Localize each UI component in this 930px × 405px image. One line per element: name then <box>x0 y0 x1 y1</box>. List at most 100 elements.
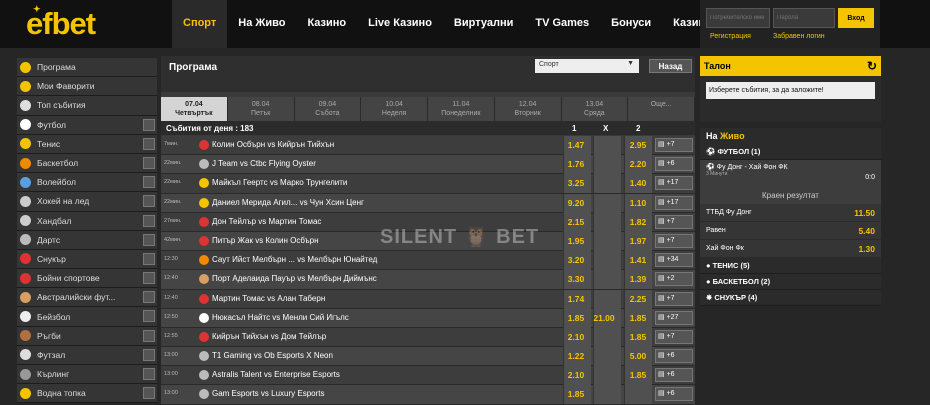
odd-x-cell[interactable] <box>593 289 621 309</box>
date-tab-2[interactable]: 09.04 Събота <box>294 97 362 121</box>
match-name[interactable]: Даниел Мерида Агил... vs Чун Хсин Ценг <box>212 198 364 207</box>
sidebar-item-13[interactable]: Бейзбол <box>17 307 157 327</box>
odd-1[interactable]: 2.10 <box>561 332 591 342</box>
more-markets-button[interactable]: ▤ +7 <box>655 329 693 344</box>
sidebar-item-5[interactable]: Баскетбол <box>17 153 157 174</box>
match-name[interactable]: Питър Жак vs Колин Осбърн <box>212 236 319 245</box>
odd-x-cell[interactable] <box>593 231 621 251</box>
odd-x-cell[interactable] <box>593 366 621 386</box>
more-markets-button[interactable]: ▤ +17 <box>655 195 693 210</box>
sidebar-item-1[interactable]: Мои Фаворити <box>17 77 157 97</box>
more-markets-button[interactable]: ▤ +27 <box>655 310 693 325</box>
odd-1[interactable]: 9.20 <box>561 198 591 208</box>
password-input[interactable] <box>773 8 835 28</box>
live-outcome[interactable]: ТТБД Фу Донг 11.50 <box>700 204 881 222</box>
odd-x-cell[interactable] <box>593 193 621 213</box>
nav-item-2[interactable]: Казино <box>296 0 357 48</box>
more-markets-button[interactable]: ▤ +7 <box>655 233 693 248</box>
nav-item-1[interactable]: На Живо <box>227 0 296 48</box>
stats-icon[interactable] <box>143 310 155 323</box>
sidebar-item-6[interactable]: Волейбол <box>17 173 157 193</box>
odd-1[interactable]: 1.85 <box>561 313 591 323</box>
odd-x-cell[interactable] <box>593 174 621 194</box>
odd-2[interactable]: 1.82 <box>623 217 653 227</box>
stats-icon[interactable] <box>143 214 155 227</box>
odd-x-cell[interactable] <box>593 155 621 175</box>
odd-2[interactable]: 1.97 <box>623 236 653 246</box>
odd-1[interactable]: 2.15 <box>561 217 591 227</box>
odd-2[interactable]: 1.40 <box>623 178 653 188</box>
date-tab-7[interactable]: Още... <box>628 97 695 121</box>
more-markets-button[interactable]: ▤ +6 <box>655 368 693 383</box>
match-name[interactable]: Gam Esports vs Luxury Esports <box>212 389 324 398</box>
date-tab-0[interactable]: 07.04 Четвъртък <box>161 97 228 121</box>
odd-2[interactable]: 1.10 <box>623 198 653 208</box>
sidebar-item-4[interactable]: Тенис <box>17 134 157 154</box>
nav-item-3[interactable]: Live Казино <box>357 0 443 48</box>
odd-2[interactable]: 2.20 <box>623 159 653 169</box>
odd-1[interactable]: 1.47 <box>561 140 591 150</box>
stats-icon[interactable] <box>143 195 155 208</box>
live-outcome-odd[interactable]: 11.50 <box>854 208 875 218</box>
match-name[interactable]: Порт Аделаида Пауър vs Мелбърн Диймънс <box>212 274 377 283</box>
sidebar-item-2[interactable]: Топ събития <box>17 96 157 116</box>
nav-item-0[interactable]: Спорт <box>172 0 228 48</box>
stats-icon[interactable] <box>143 348 155 361</box>
match-name[interactable]: Мартин Томас vs Алан Таберн <box>212 294 325 303</box>
register-link[interactable]: Регистрация <box>710 33 751 40</box>
odd-x[interactable]: 21.00 <box>589 313 619 323</box>
back-button[interactable]: Назад <box>649 59 692 73</box>
live-snooker-section[interactable]: ✸ СНУКЪР (4) <box>700 290 881 306</box>
match-name[interactable]: Astralis Talent vs Enterprise Esports <box>212 370 340 379</box>
odd-x-cell[interactable] <box>593 347 621 367</box>
odd-2[interactable]: 2.95 <box>623 140 653 150</box>
nav-item-5[interactable]: TV Games <box>524 0 600 48</box>
odd-1[interactable]: 1.22 <box>561 351 591 361</box>
refresh-icon[interactable]: ↻ <box>867 59 877 73</box>
odd-x-cell[interactable] <box>593 385 621 405</box>
stats-icon[interactable] <box>143 329 155 342</box>
username-input[interactable] <box>706 8 770 28</box>
sidebar-item-7[interactable]: Хокей на лед <box>17 192 157 212</box>
odd-2[interactable]: 5.00 <box>623 351 653 361</box>
odd-1[interactable]: 1.76 <box>561 159 591 169</box>
odd-2-cell[interactable] <box>624 385 652 405</box>
live-outcome[interactable]: Хай Фон Фк 1.30 <box>700 240 881 258</box>
odd-1[interactable]: 1.85 <box>561 389 591 399</box>
odd-x-cell[interactable] <box>593 270 621 290</box>
live-outcome[interactable]: Равен 5.40 <box>700 222 881 240</box>
odd-1[interactable]: 1.74 <box>561 294 591 304</box>
more-markets-button[interactable]: ▤ +6 <box>655 157 693 172</box>
odd-2[interactable]: 1.39 <box>623 274 653 284</box>
forgot-login-link[interactable]: Забравен логин <box>773 33 825 40</box>
date-tab-4[interactable]: 11.04 Понеделник <box>428 97 495 121</box>
sidebar-item-0[interactable]: Програма <box>17 58 157 78</box>
nav-item-6[interactable]: Бонуси <box>600 0 662 48</box>
stats-icon[interactable] <box>143 387 155 400</box>
stats-icon[interactable] <box>143 156 155 169</box>
sidebar-item-8[interactable]: Хандбал <box>17 211 157 231</box>
odd-2[interactable]: 1.85 <box>623 370 653 380</box>
odd-1[interactable]: 3.30 <box>561 274 591 284</box>
date-tab-3[interactable]: 10.04 Неделя <box>361 97 428 121</box>
odd-x-cell[interactable] <box>593 212 621 232</box>
sidebar-item-9[interactable]: Дартс <box>17 230 157 250</box>
more-markets-button[interactable]: ▤ +7 <box>655 291 693 306</box>
match-name[interactable]: Колин Осбърн vs Кийрън Тийхън <box>212 140 334 149</box>
sport-select[interactable]: Спорт ▼ <box>535 59 639 73</box>
match-name[interactable]: Майкъл Геертс vs Марко Трунгелити <box>212 178 347 187</box>
stats-icon[interactable] <box>143 233 155 246</box>
date-tab-1[interactable]: 08.04 Петък <box>227 97 295 121</box>
match-name[interactable]: Нюкасъл Найтс vs Менли Сий Игълс <box>212 313 349 322</box>
match-name[interactable]: Саут Ийст Мелбърн ... vs Мелбърн Юнайтед <box>212 255 377 264</box>
odd-2[interactable]: 2.25 <box>623 294 653 304</box>
sidebar-item-14[interactable]: Ръгби <box>17 326 157 346</box>
login-button[interactable]: Вход <box>838 8 874 28</box>
more-markets-button[interactable]: ▤ +2 <box>655 272 693 287</box>
odd-2[interactable]: 1.41 <box>623 255 653 265</box>
date-tab-5[interactable]: 12.04 Вторник <box>494 97 562 121</box>
nav-item-4[interactable]: Виртуални <box>443 0 524 48</box>
odd-1[interactable]: 1.95 <box>561 236 591 246</box>
stats-icon[interactable] <box>143 291 155 304</box>
stats-icon[interactable] <box>143 118 155 131</box>
